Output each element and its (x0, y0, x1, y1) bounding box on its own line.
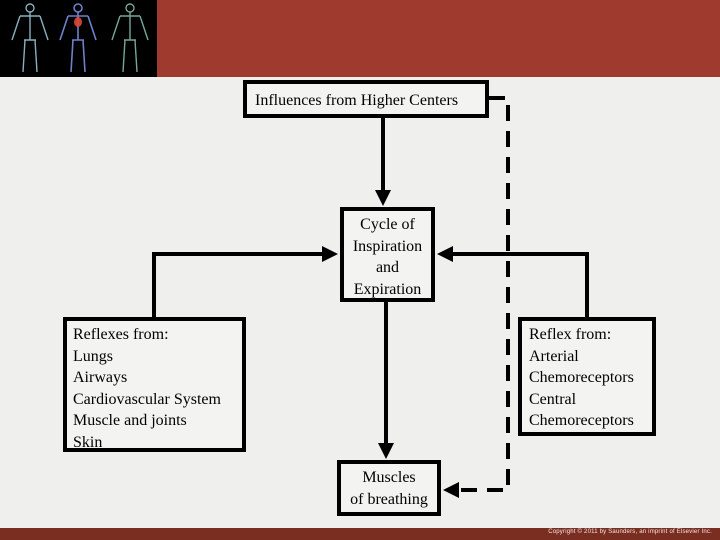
arrow-chemoreceptors-to-cycle (437, 246, 589, 317)
box-text-line: Cardiovascular System (73, 390, 221, 408)
box-text-line: Cycle of (360, 216, 415, 233)
arrow-reflexes-to-cycle (152, 246, 338, 317)
box-cycle-inspiration-expiration: Cycle of Inspiration and Expiration (340, 207, 435, 302)
copyright-text: Copyright © 2011 by Saunders, an imprint… (548, 529, 712, 535)
box-text-line: of breathing (350, 490, 428, 508)
box-text-line: Arterial (529, 347, 579, 365)
box-text-line: Chemoreceptors (529, 412, 634, 429)
box-text-line: Muscle and joints (73, 412, 187, 429)
box-text-line: Lungs (73, 347, 113, 365)
dashed-arrow-higher-to-muscles (443, 96, 510, 498)
box-reflex-from-chemoreceptors: Reflex from: Arterial Chemoreceptors Centra… (518, 317, 656, 436)
box-text-line: Reflexes from: (73, 326, 169, 343)
box-text-line: Expiration (353, 280, 422, 298)
box-text-line: Skin (73, 433, 103, 451)
box-reflexes-from: Reflexes from: Lungs Airways Cardiovascular… (63, 317, 246, 452)
box-text-line: and (375, 259, 400, 276)
box-influences-higher-centers: Influences from Higher Centers (243, 80, 489, 118)
box-text-line: Inspiration (352, 237, 423, 255)
box-text-line: Chemoreceptors (529, 369, 634, 386)
box-text-line: Muscles (362, 469, 416, 486)
box-muscles-of-breathing: Muscles of breathing (337, 460, 441, 516)
box-text-line: Influences from Higher Centers (255, 92, 459, 109)
box-text-line: Airways (73, 369, 128, 386)
box-text-line: Central (529, 390, 577, 408)
box-text-line: Reflex from: (529, 326, 612, 343)
